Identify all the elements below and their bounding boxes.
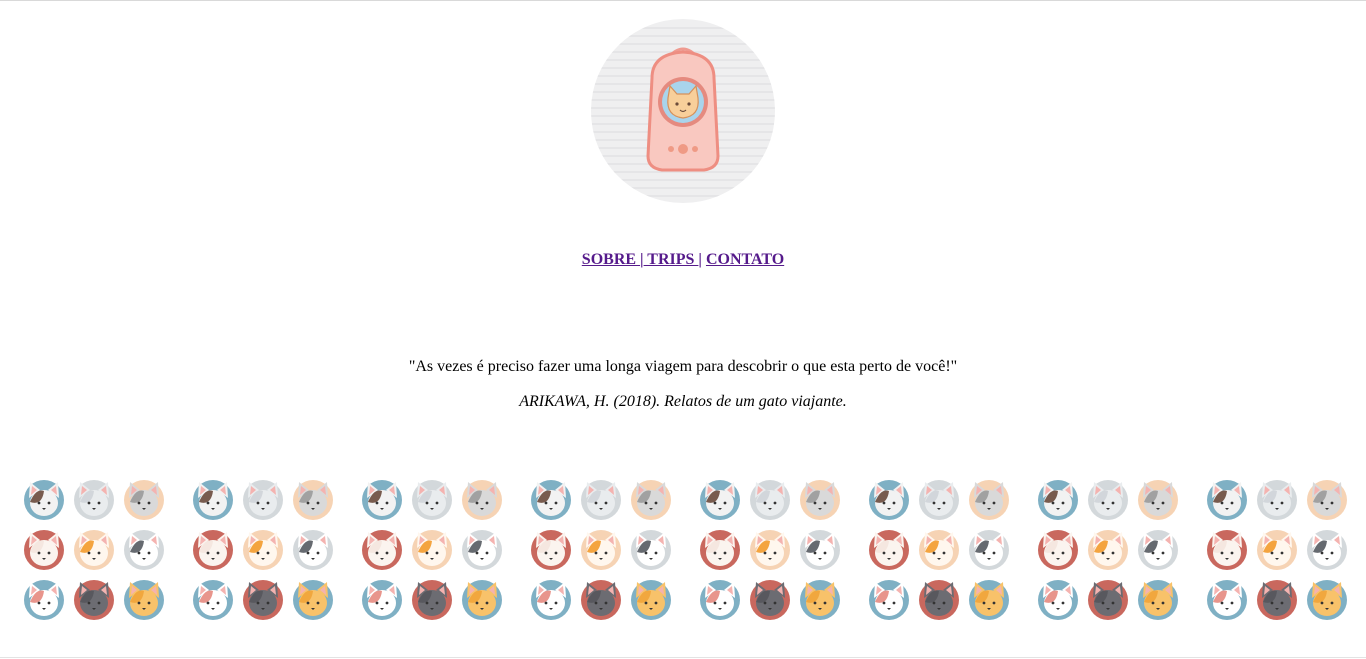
cat-face-icon bbox=[581, 480, 621, 520]
cat-face-icon bbox=[124, 530, 164, 570]
cat-face-icon bbox=[193, 580, 233, 620]
cat-face-icon bbox=[800, 580, 840, 620]
cat-face-icon bbox=[869, 480, 909, 520]
cat-face-icon bbox=[1038, 580, 1078, 620]
nav-link-sobre[interactable]: SOBRE bbox=[582, 251, 640, 268]
cat-face-icon bbox=[293, 580, 333, 620]
cat-face-icon bbox=[531, 530, 571, 570]
cat-face-icon bbox=[969, 580, 1009, 620]
cat-face-icon bbox=[1207, 480, 1247, 520]
cat-face-icon bbox=[1088, 530, 1128, 570]
cat-face-icon bbox=[800, 530, 840, 570]
cat-face-icon bbox=[919, 580, 959, 620]
cat-face-icon bbox=[869, 530, 909, 570]
cat-face-icon bbox=[869, 580, 909, 620]
cat-face-icon bbox=[1138, 480, 1178, 520]
cat-face-icon bbox=[1207, 530, 1247, 570]
cat-face-icon bbox=[243, 530, 283, 570]
cat-face-icon bbox=[531, 580, 571, 620]
cat-face-icon bbox=[531, 480, 571, 520]
cat-face-icon bbox=[700, 480, 740, 520]
cat-face-icon bbox=[631, 480, 671, 520]
cat-face-icon bbox=[462, 480, 502, 520]
cat-face-icon bbox=[750, 580, 790, 620]
cat-face-icon bbox=[412, 480, 452, 520]
nav-separator: | bbox=[698, 251, 702, 268]
nav-link-trips[interactable]: TRIPS bbox=[644, 251, 699, 268]
cat-face-icon bbox=[193, 480, 233, 520]
cat-face-icon bbox=[1257, 530, 1297, 570]
page: SOBRE | TRIPS | CONTATO "As vezes é prec… bbox=[0, 0, 1366, 659]
cat-face-icon bbox=[1038, 480, 1078, 520]
cat-face-icon bbox=[193, 530, 233, 570]
cat-face-icon bbox=[362, 480, 402, 520]
cat-face-icon bbox=[24, 580, 64, 620]
cat-face-icon bbox=[581, 580, 621, 620]
cat-backpack-icon bbox=[591, 19, 775, 203]
cat-face-icon bbox=[462, 530, 502, 570]
cat-face-icon bbox=[293, 480, 333, 520]
cat-face-icon bbox=[74, 580, 114, 620]
cat-faces-pattern bbox=[0, 475, 1366, 627]
cat-face-icon bbox=[362, 530, 402, 570]
main-nav: SOBRE | TRIPS | CONTATO bbox=[0, 251, 1366, 269]
quote-citation: ARIKAWA, H. (2018). Relatos de um gato v… bbox=[519, 393, 847, 410]
logo bbox=[590, 18, 776, 204]
cat-face-icon bbox=[412, 580, 452, 620]
cat-face-icon bbox=[969, 480, 1009, 520]
cat-face-icon bbox=[74, 530, 114, 570]
cat-face-icon bbox=[919, 480, 959, 520]
cat-face-icon bbox=[1138, 580, 1178, 620]
cat-face-icon bbox=[631, 580, 671, 620]
cat-face-icon bbox=[1257, 580, 1297, 620]
cat-face-icon bbox=[1307, 480, 1347, 520]
cat-face-icon bbox=[243, 580, 283, 620]
cat-face-icon bbox=[700, 530, 740, 570]
cat-face-icon bbox=[1038, 530, 1078, 570]
cat-face-icon bbox=[800, 480, 840, 520]
cat-face-icon bbox=[919, 530, 959, 570]
cat-face-icon bbox=[24, 480, 64, 520]
cat-face-icon bbox=[24, 530, 64, 570]
cat-face-icon bbox=[1138, 530, 1178, 570]
cat-face-icon bbox=[74, 480, 114, 520]
cat-face-icon bbox=[243, 480, 283, 520]
quote-text: "As vezes é preciso fazer uma longa viag… bbox=[408, 358, 958, 375]
cat-face-icon bbox=[581, 530, 621, 570]
cat-face-icon bbox=[1307, 530, 1347, 570]
footer-divider bbox=[0, 657, 1366, 658]
cat-face-icon bbox=[412, 530, 452, 570]
cat-face-icon bbox=[969, 530, 1009, 570]
cat-face-icon bbox=[124, 480, 164, 520]
cat-face-icon bbox=[1088, 480, 1128, 520]
cat-face-icon bbox=[1257, 480, 1297, 520]
cat-face-icon bbox=[1307, 580, 1347, 620]
cat-face-icon bbox=[462, 580, 502, 620]
cat-face-icon bbox=[124, 580, 164, 620]
cat-face-icon bbox=[750, 480, 790, 520]
cat-face-icon bbox=[631, 530, 671, 570]
cat-face-icon bbox=[1207, 580, 1247, 620]
cat-face-icon bbox=[700, 580, 740, 620]
cat-face-icon bbox=[293, 530, 333, 570]
cat-face-icon bbox=[750, 530, 790, 570]
cat-face-icon bbox=[1088, 580, 1128, 620]
nav-link-contato[interactable]: CONTATO bbox=[706, 251, 784, 268]
cat-face-icon bbox=[362, 580, 402, 620]
